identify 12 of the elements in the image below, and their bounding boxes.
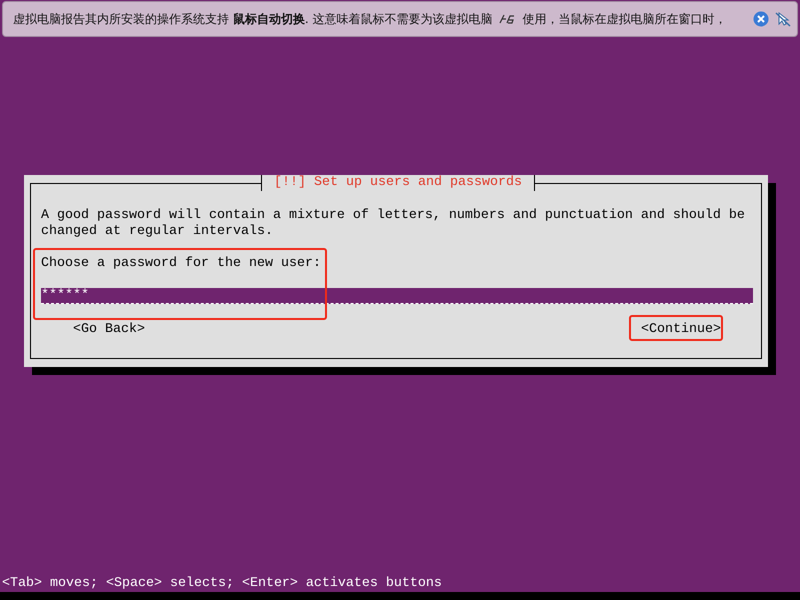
hotkey-icon <box>498 13 516 25</box>
mouse-crossed-icon[interactable] <box>775 11 791 27</box>
close-icon[interactable] <box>753 11 769 27</box>
password-field[interactable]: ****** <box>41 288 753 304</box>
dialog-description: A good password will contain a mixture of letters, numbers and punctuation and should be changed at regular intervals. <box>41 208 746 240</box>
notification-text: 使用，当鼠标在虚拟电脑所在窗口时， <box>522 10 726 28</box>
dialog-button[interactable]: <Go Back> <box>73 322 145 338</box>
status-bar-text: <Tab> moves; <Space> selects; <Enter> activates buttons <box>1 576 443 592</box>
dialog-button[interactable]: <Continue> <box>641 322 721 338</box>
prompt-label: Choose a password for the new user: <box>41 256 322 272</box>
dialog-title: [!!] Set up users and passwords <box>261 175 535 191</box>
notification-text: 虚拟电脑报告其内所安装的操作系统支持 鼠标自动切换. 这意味着鼠标不需要为该虚拟电脑 <box>13 10 492 28</box>
